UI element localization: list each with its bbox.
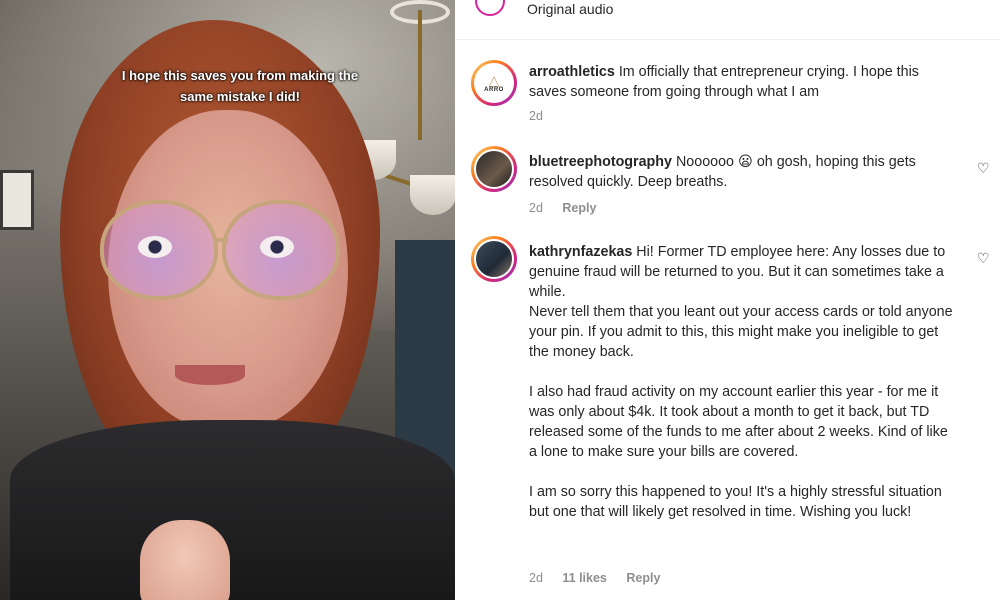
reply-button[interactable]: Reply bbox=[626, 571, 660, 585]
comment-meta: 2d bbox=[529, 109, 559, 123]
glasses-bridge bbox=[214, 238, 228, 242]
comment-body: arroathletics Im officially that entrepr… bbox=[529, 62, 959, 102]
person-hands bbox=[140, 520, 230, 600]
avatar[interactable]: △ ARRO bbox=[471, 60, 517, 106]
person-eye-left bbox=[138, 236, 172, 258]
heart-icon[interactable]: ♡ bbox=[977, 250, 990, 267]
audio-avatar[interactable] bbox=[475, 0, 505, 16]
comment-time[interactable]: 2d bbox=[529, 109, 543, 123]
comment-username[interactable]: arroathletics bbox=[529, 64, 615, 80]
person-jacket bbox=[10, 420, 455, 600]
comment-username[interactable]: kathrynfazekas bbox=[529, 244, 632, 260]
heart-icon[interactable]: ♡ bbox=[977, 160, 990, 177]
audio-row[interactable]: Original audio bbox=[455, 0, 1000, 40]
comments-panel: Original audio △ ARRO arroathletics Im o… bbox=[455, 0, 1000, 600]
wall-picture bbox=[0, 170, 34, 230]
comment-meta: 2d Reply bbox=[529, 201, 612, 215]
avatar[interactable] bbox=[471, 236, 517, 282]
person-eye-right bbox=[260, 236, 294, 258]
comment-time[interactable]: 2d bbox=[529, 571, 543, 585]
arro-logo-icon: △ ARRO bbox=[484, 72, 504, 93]
audio-label[interactable]: Original audio bbox=[527, 1, 613, 17]
reply-button[interactable]: Reply bbox=[562, 201, 596, 215]
person-mouth bbox=[175, 365, 245, 385]
comment-body: kathrynfazekas Hi! Former TD employee he… bbox=[529, 242, 959, 522]
avatar[interactable] bbox=[471, 146, 517, 192]
video-frame[interactable]: I hope this saves you from making the sa… bbox=[0, 0, 455, 600]
comment-likes[interactable]: 11 likes bbox=[562, 571, 607, 585]
comment-meta: 2d 11 likes Reply bbox=[529, 571, 676, 585]
chandelier-shade bbox=[410, 175, 455, 215]
comment-username[interactable]: bluetreephotography bbox=[529, 154, 672, 170]
profile-photo-icon bbox=[474, 239, 514, 279]
chandelier bbox=[418, 10, 422, 140]
comment-time[interactable]: 2d bbox=[529, 201, 543, 215]
comment-body: bluetreephotography Noooooo 😦 oh gosh, h… bbox=[529, 152, 959, 192]
comment-text: Hi! Former TD employee here: Any losses … bbox=[529, 244, 953, 520]
video-caption: I hope this saves you from making the sa… bbox=[121, 68, 359, 104]
profile-photo-icon bbox=[474, 149, 514, 189]
